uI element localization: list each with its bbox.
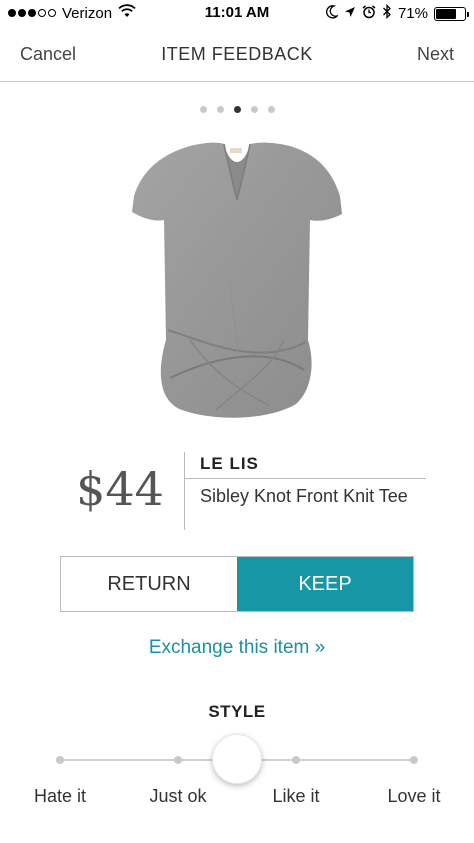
slider-tick[interactable] (292, 756, 300, 764)
page-title: ITEM FEEDBACK (161, 44, 313, 64)
brand-divider (184, 478, 426, 479)
item-price: $44 (76, 462, 164, 516)
alarm-icon (362, 4, 376, 23)
keep-button[interactable]: KEEP (237, 557, 413, 611)
slider-tick[interactable] (174, 756, 182, 764)
slider-tick[interactable] (56, 756, 64, 764)
carousel-dot[interactable] (199, 106, 207, 113)
style-rating-title: STYLE (208, 702, 266, 721)
status-bar: Verizon 11:01 AM 71% (0, 0, 474, 28)
brand-name: LE LIS (200, 454, 259, 473)
location-icon (344, 5, 356, 22)
product-image[interactable] (120, 130, 354, 430)
carousel-page-indicator[interactable] (0, 106, 474, 113)
style-option-label[interactable]: Hate it (5, 786, 115, 807)
next-button[interactable]: Next (417, 44, 454, 65)
slider-tick[interactable] (410, 756, 418, 764)
battery-icon (434, 6, 469, 21)
status-right: 71% (326, 3, 469, 23)
gray-knot-tee-image (132, 142, 342, 418)
return-button[interactable]: RETURN (61, 557, 237, 611)
carousel-dot[interactable] (267, 106, 275, 113)
return-keep-toggle: RETURN KEEP (60, 556, 414, 612)
carousel-dot[interactable] (216, 106, 224, 113)
item-name: Sibley Knot Front Knit Tee (200, 486, 408, 506)
style-option-label[interactable]: Just ok (123, 786, 233, 807)
bluetooth-icon (382, 3, 392, 23)
style-option-label[interactable]: Love it (359, 786, 469, 807)
style-option-label[interactable]: Like it (241, 786, 351, 807)
style-slider-thumb[interactable] (212, 734, 262, 784)
carousel-dot[interactable] (250, 106, 258, 113)
battery-percent: 71% (397, 5, 428, 22)
moon-icon (326, 4, 340, 23)
battery-fill (436, 8, 456, 19)
nav-bar: Cancel ITEM FEEDBACK Next (0, 28, 474, 82)
carousel-dot[interactable] (233, 106, 241, 113)
info-divider (184, 452, 185, 530)
exchange-item-link[interactable]: Exchange this item » (0, 637, 474, 659)
